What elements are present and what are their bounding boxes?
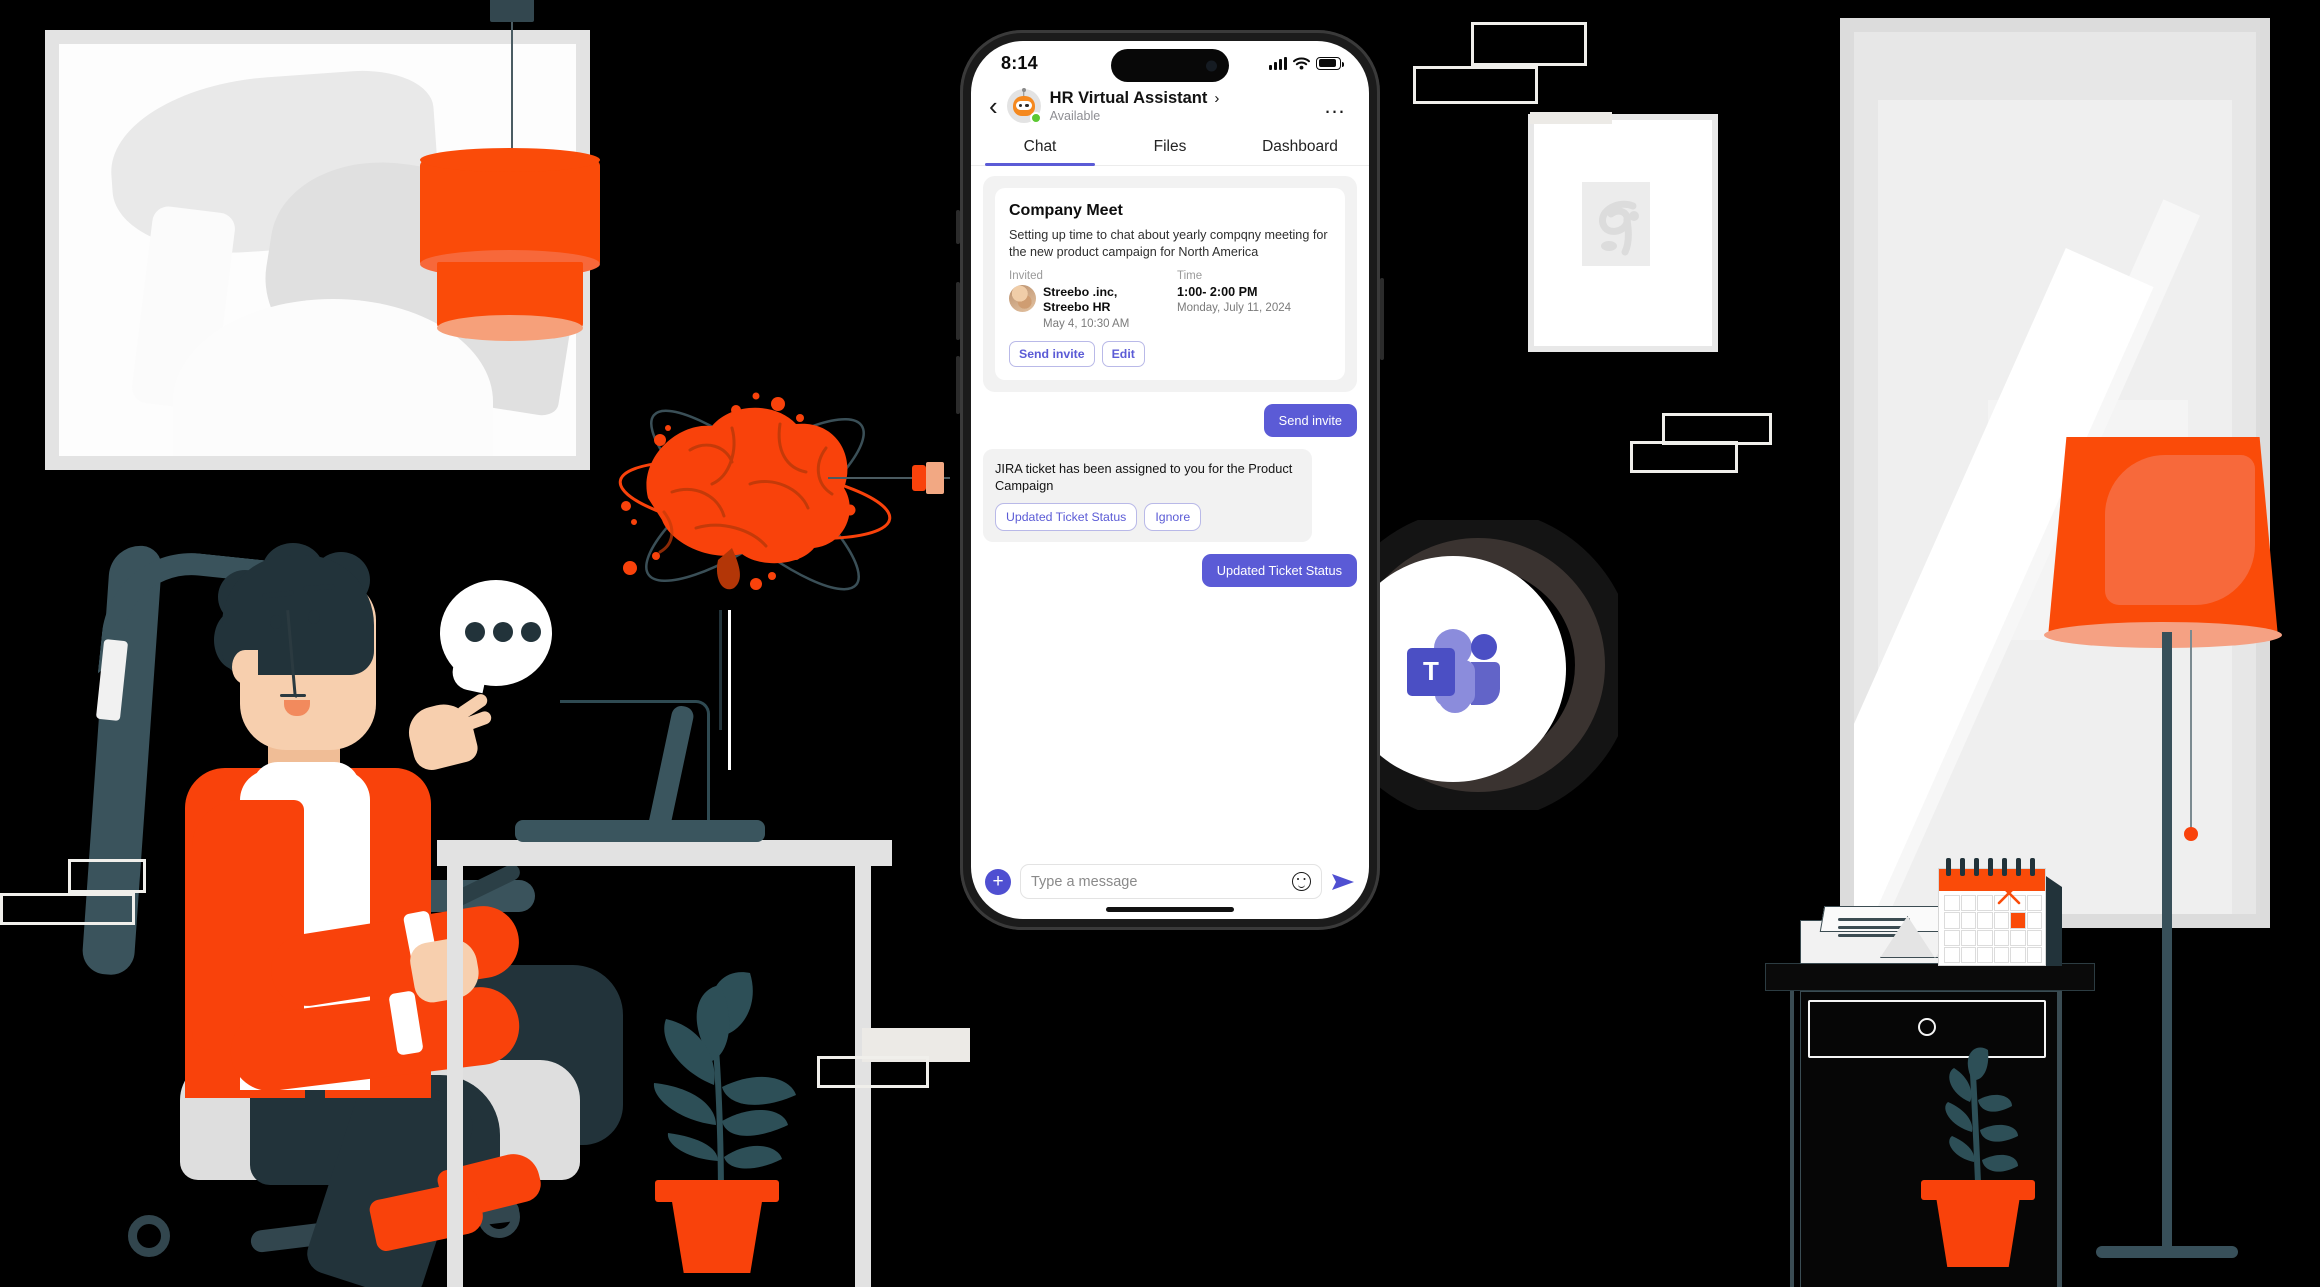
phone-mockup: 8:14 ‹ HR Virtual Assistant › Available … bbox=[956, 30, 1384, 930]
status-time: 8:14 bbox=[1001, 52, 1038, 73]
tab-dashboard[interactable]: Dashboard bbox=[1235, 131, 1365, 165]
home-indicator bbox=[1106, 907, 1234, 912]
meeting-date: Monday, July 11, 2024 bbox=[1177, 302, 1292, 315]
bot-avatar-icon[interactable] bbox=[1006, 89, 1042, 124]
deco-rect-6 bbox=[68, 859, 146, 893]
chat-header: ‹ HR Virtual Assistant › Available … bbox=[971, 85, 1369, 131]
deco-rect-1 bbox=[1471, 22, 1587, 66]
chat-message-list: Company Meet Setting up time to chat abo… bbox=[971, 166, 1369, 856]
brain-stand-2 bbox=[728, 610, 731, 770]
deco-rect-3 bbox=[1530, 112, 1612, 124]
updated-ticket-status-button[interactable]: Updated Ticket Status bbox=[995, 503, 1138, 531]
tab-files[interactable]: Files bbox=[1105, 131, 1235, 165]
phone-screen: 8:14 ‹ HR Virtual Assistant › Available … bbox=[971, 41, 1369, 919]
ai-brain-illustration bbox=[600, 380, 920, 630]
assistant-name: HR Virtual Assistant bbox=[1049, 89, 1208, 107]
send-icon[interactable] bbox=[1331, 871, 1355, 893]
wifi-icon bbox=[1293, 57, 1310, 69]
invitee-date: May 4, 10:30 AM bbox=[1043, 317, 1130, 330]
invited-label: Invited bbox=[1009, 270, 1043, 283]
svg-text:T: T bbox=[1423, 656, 1439, 686]
meeting-card-shell: Company Meet Setting up time to chat abo… bbox=[983, 176, 1357, 392]
meeting-time: 1:00- 2:00 PM bbox=[1177, 285, 1258, 300]
outgoing-message-send-invite: Send invite bbox=[1263, 403, 1357, 437]
status-bar: 8:14 bbox=[971, 41, 1369, 85]
invitee-avatar bbox=[1009, 285, 1036, 313]
connector-tip bbox=[926, 462, 944, 494]
tab-chat[interactable]: Chat bbox=[975, 131, 1105, 166]
cellular-signal-icon bbox=[1269, 56, 1287, 70]
framed-wall-art bbox=[1528, 114, 1718, 352]
smiley-icon[interactable] bbox=[1292, 872, 1311, 891]
chevron-right-icon[interactable]: › bbox=[1214, 90, 1219, 107]
tab-bar: Chat Files Dashboard bbox=[971, 131, 1369, 166]
edit-button[interactable]: Edit bbox=[1101, 340, 1145, 367]
time-column: Time 1:00- 2:00 PM Monday, July 11, 2024 bbox=[1177, 270, 1331, 330]
deco-rect-9 bbox=[817, 1056, 929, 1088]
back-chevron-icon[interactable]: ‹ bbox=[989, 93, 998, 119]
plus-icon[interactable]: + bbox=[985, 868, 1011, 895]
presence-indicator bbox=[1029, 112, 1042, 124]
scene-root: T 8:14 ‹ HR Virtual Assistant › Availabl… bbox=[0, 0, 2320, 1287]
incoming-message-jira: JIRA ticket has been assigned to you for… bbox=[983, 448, 1313, 542]
jira-message-text: JIRA ticket has been assigned to you for… bbox=[995, 460, 1293, 493]
meeting-card: Company Meet Setting up time to chat abo… bbox=[995, 188, 1345, 380]
ignore-button[interactable]: Ignore bbox=[1144, 503, 1202, 531]
meeting-description: Setting up time to chat about yearly com… bbox=[1009, 228, 1328, 259]
meeting-title: Company Meet bbox=[1009, 202, 1123, 219]
invited-column: Invited Streebo .inc, Streebo HR May 4, … bbox=[1009, 270, 1163, 330]
calendar-x-mark bbox=[1997, 881, 2021, 905]
dynamic-island bbox=[1111, 49, 1229, 82]
more-options-icon[interactable]: … bbox=[1324, 95, 1348, 117]
deco-rect-7 bbox=[0, 893, 135, 925]
deco-rect-2 bbox=[1413, 66, 1538, 104]
assistant-status: Available bbox=[1049, 109, 1101, 123]
connector-plug bbox=[912, 465, 926, 491]
brain-stand bbox=[719, 610, 722, 730]
outgoing-message-ticket-status: Updated Ticket Status bbox=[1201, 554, 1357, 587]
deco-rect-5 bbox=[1630, 441, 1738, 473]
message-composer: + bbox=[971, 856, 1369, 905]
battery-icon bbox=[1316, 56, 1344, 70]
message-input[interactable] bbox=[1031, 873, 1284, 890]
time-label: Time bbox=[1177, 270, 1203, 283]
send-invite-button[interactable]: Send invite bbox=[1009, 340, 1095, 367]
invitee-name: Streebo .inc, Streebo HR bbox=[1043, 285, 1118, 315]
